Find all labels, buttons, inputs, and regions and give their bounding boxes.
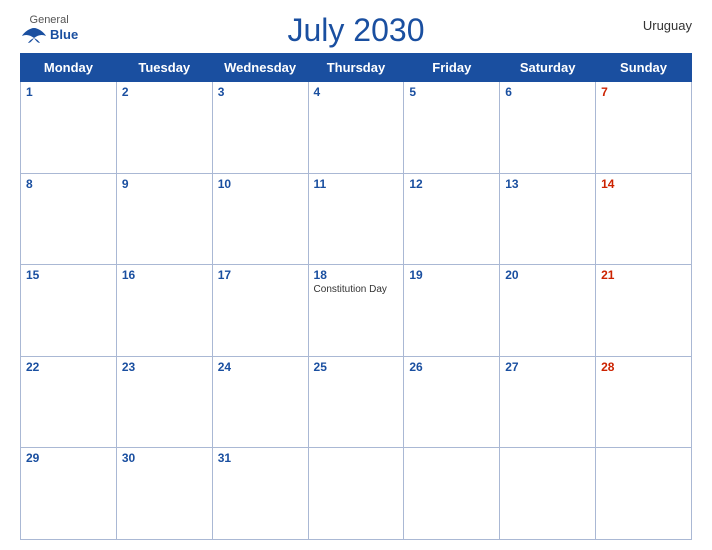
calendar-week-row: 89 10 11 12 13 14 [21,173,692,265]
table-row: 11 [308,173,404,265]
table-row [596,448,692,540]
table-row: 31 [212,448,308,540]
day-number: 15 [26,268,111,282]
table-row: 22 [21,356,117,448]
calendar-table: Monday Tuesday Wednesday Thursday Friday… [20,53,692,540]
header-sunday: Sunday [596,54,692,82]
table-row: 21 [596,265,692,357]
table-row: 17 [212,265,308,357]
day-number: 3 [218,85,303,99]
table-row: 24 [212,356,308,448]
day-number: 30 [122,451,207,465]
day-number: 2 [122,85,207,99]
day-number: 26 [409,360,494,374]
table-row: 1 [21,82,117,174]
weekday-header-row: Monday Tuesday Wednesday Thursday Friday… [21,54,692,82]
table-row: 3 [212,82,308,174]
header-friday: Friday [404,54,500,82]
day-number: 4 [314,85,399,99]
day-number: 25 [314,360,399,374]
table-row: 7 [596,82,692,174]
table-row: 29 [21,448,117,540]
day-number: 10 [218,177,303,191]
header-tuesday: Tuesday [116,54,212,82]
day-number: 31 [218,451,303,465]
header-thursday: Thursday [308,54,404,82]
day-number: 22 [26,360,111,374]
day-number: 18 [314,268,399,282]
table-row: 18 Constitution Day [308,265,404,357]
day-number: 29 [26,451,111,465]
logo: General Blue [20,14,78,44]
holiday-label: Constitution Day [314,284,399,296]
calendar-week-row: 1234567 [21,82,692,174]
table-row: 10 [212,173,308,265]
day-number: 5 [409,85,494,99]
day-number: 12 [409,177,494,191]
day-number: 24 [218,360,303,374]
table-row: 14 [596,173,692,265]
table-row: 12 [404,173,500,265]
day-number: 21 [601,268,686,282]
table-row: 13 [500,173,596,265]
calendar-week-row: 22 23 24 25 26 27 28 [21,356,692,448]
logo-bird-icon [20,26,48,44]
day-number: 28 [601,360,686,374]
day-number: 19 [409,268,494,282]
day-number: 8 [26,177,111,191]
day-number: 14 [601,177,686,191]
table-row: 26 [404,356,500,448]
header-monday: Monday [21,54,117,82]
table-row [404,448,500,540]
table-row: 20 [500,265,596,357]
calendar-week-row: 15 16 17 18 Constitution Day 19 20 21 [21,265,692,357]
table-row: 27 [500,356,596,448]
header-saturday: Saturday [500,54,596,82]
table-row: 23 [116,356,212,448]
day-number: 7 [601,85,686,99]
table-row: 4 [308,82,404,174]
table-row: 6 [500,82,596,174]
table-row: 19 [404,265,500,357]
table-row [500,448,596,540]
day-number: 27 [505,360,590,374]
table-row: 2 [116,82,212,174]
day-number: 9 [122,177,207,191]
table-row [308,448,404,540]
table-row: 28 [596,356,692,448]
calendar-title: July 2030 [288,12,425,49]
table-row: 25 [308,356,404,448]
table-row: 16 [116,265,212,357]
table-row: 9 [116,173,212,265]
table-row: 8 [21,173,117,265]
table-row: 5 [404,82,500,174]
logo-blue: Blue [50,28,78,42]
country-label: Uruguay [643,18,692,33]
day-number: 11 [314,177,399,191]
table-row: 15 [21,265,117,357]
day-number: 1 [26,85,111,99]
calendar-header: General Blue July 2030 Uruguay [20,10,692,49]
day-number: 6 [505,85,590,99]
calendar-week-row: 29 30 31 [21,448,692,540]
table-row: 30 [116,448,212,540]
day-number: 16 [122,268,207,282]
logo-general: General [30,14,69,26]
day-number: 20 [505,268,590,282]
day-number: 13 [505,177,590,191]
header-wednesday: Wednesday [212,54,308,82]
day-number: 17 [218,268,303,282]
day-number: 23 [122,360,207,374]
